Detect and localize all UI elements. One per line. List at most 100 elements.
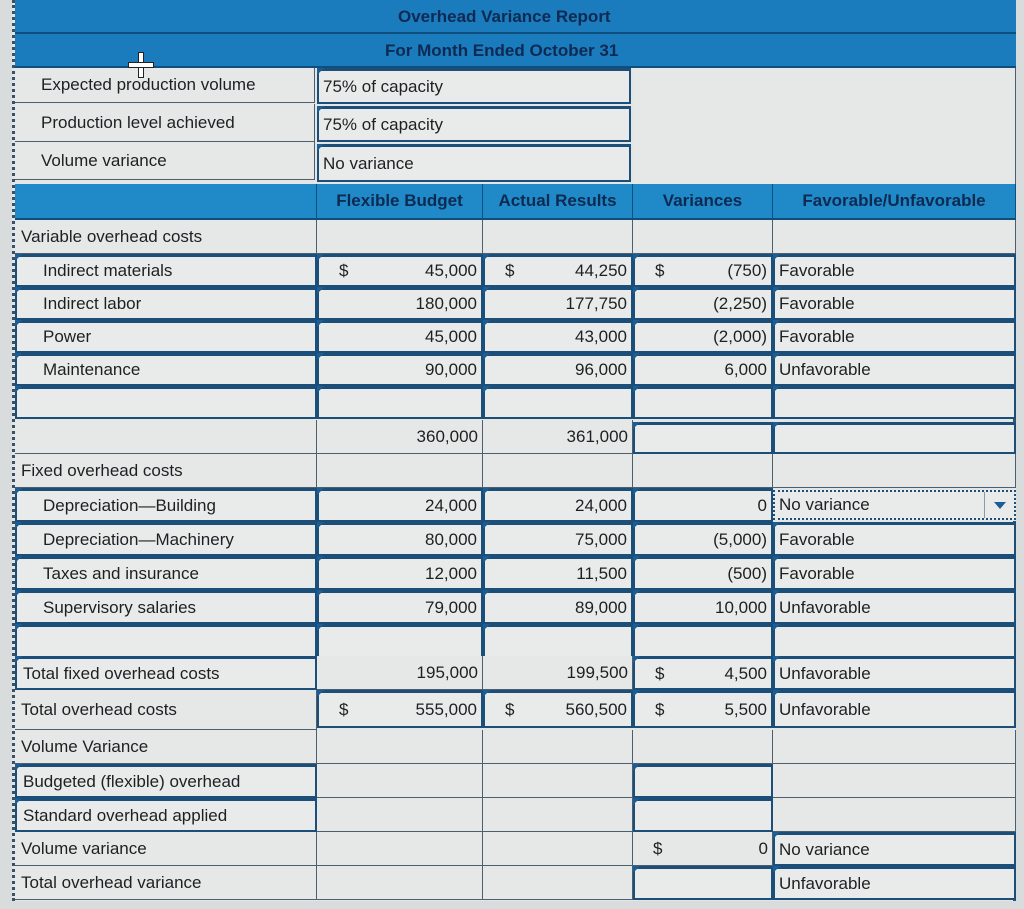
blank-cell [773,220,1016,254]
blank-cell [317,764,483,798]
fixed-row-fu-input[interactable] [773,624,1016,658]
total-overhead-label: Total overhead costs [15,690,317,730]
variable-row-label[interactable]: Indirect labor [15,287,317,320]
variance-value: (2,250) [713,294,767,313]
fixed-row-fu-input[interactable]: Favorable [773,556,1016,590]
chevron-down-icon[interactable] [984,492,1014,518]
fixed-row-label[interactable]: Supervisory salaries [15,590,317,624]
budget-value: 90,000 [425,360,477,379]
blank-cell [483,454,633,488]
variable-row-fu-input[interactable] [773,386,1016,419]
variable-row-label[interactable] [15,386,317,419]
total-fixed-actual: 199,500 [483,656,633,690]
volume-variance-amount: 0 [758,838,768,858]
fixed-row-actual-input[interactable]: 11,500 [483,556,633,590]
total-overhead-budget-input[interactable]: $ 555,000 [317,690,483,728]
variance-value: (2,000) [713,327,767,346]
fixed-row-budget-input[interactable]: 79,000 [317,590,483,624]
report-title: Overhead Variance Report [398,7,611,26]
total-fixed-budget: 195,000 [317,656,483,690]
variable-row-budget-input[interactable]: 45,000 [317,320,483,353]
fixed-row-actual-input[interactable]: 89,000 [483,590,633,624]
variable-total-fu-input[interactable] [773,422,1016,454]
variable-row-label[interactable]: Maintenance [15,353,317,386]
variable-row-variance-input[interactable]: (2,000) [633,320,773,353]
fixed-row-budget-input[interactable]: 80,000 [317,522,483,556]
production-achieved-input[interactable]: 75% of capacity [317,106,631,142]
total-overhead-variance-value-input[interactable] [633,866,773,900]
currency-symbol: $ [505,699,515,719]
variable-row-variance-input[interactable]: $ (750) [633,254,773,287]
volume-variance-fu-input[interactable]: No variance [773,832,1016,866]
total-overhead-budget-value: 555,000 [415,699,477,719]
fixed-row-fu-input[interactable]: Favorable [773,522,1016,556]
variable-row-variance-input[interactable] [633,386,773,419]
variable-row-fu-input[interactable]: Favorable [773,287,1016,320]
fixed-row-fu-dropdown[interactable]: No variance [773,490,1016,520]
fixed-row-label[interactable]: Taxes and insurance [15,556,317,590]
standard-overhead-applied-value-input[interactable] [633,798,773,832]
variable-row-actual-input[interactable]: 43,000 [483,320,633,353]
variable-row-label[interactable]: Indirect materials [15,254,317,287]
fixed-row-actual-input[interactable]: 24,000 [483,488,633,522]
fixed-row-fu-input[interactable]: Unfavorable [773,590,1016,624]
expected-production-input[interactable]: 75% of capacity [317,68,631,104]
fixed-row-budget-input[interactable] [317,624,483,658]
total-overhead-variance-fu-input[interactable]: Unfavorable [773,866,1016,900]
fixed-row-variance-input[interactable]: (500) [633,556,773,590]
fixed-row-label[interactable]: Depreciation—Machinery [15,522,317,556]
total-overhead-fu-input[interactable]: Unfavorable [773,690,1016,728]
fixed-row-budget-input[interactable]: 12,000 [317,556,483,590]
variable-row-actual-input[interactable]: $44,250 [483,254,633,287]
fixed-row-actual-input[interactable]: 75,000 [483,522,633,556]
budget-value: 45,000 [425,327,477,346]
fixed-overhead-heading: Fixed overhead costs [15,454,317,488]
volume-variance-input[interactable]: No variance [317,144,631,182]
total-overhead-variance-value: 5,500 [724,699,767,719]
fixed-row-budget-input[interactable]: 24,000 [317,488,483,522]
variable-row-budget-input[interactable]: $45,000 [317,254,483,287]
variable-total-actual: 361,000 [483,420,633,454]
budgeted-overhead-label-input[interactable]: Budgeted (flexible) overhead [15,764,317,798]
blank-cell [317,454,483,488]
fixed-row-actual-input[interactable] [483,624,633,658]
total-fixed-fu-input[interactable]: Unfavorable [773,656,1016,690]
variable-row-label[interactable]: Power [15,320,317,353]
variable-row-variance-input[interactable]: 6,000 [633,353,773,386]
total-overhead-actual-input[interactable]: $ 560,500 [483,690,633,728]
total-overhead-variance-label: Total overhead variance [15,866,317,900]
fixed-row-label[interactable] [15,624,317,658]
currency-symbol: $ [655,261,665,280]
currency-symbol: $ [505,261,515,280]
blank-cell [773,798,1016,832]
variable-row-fu-input[interactable]: Favorable [773,254,1016,287]
variable-row-variance-input[interactable]: (2,250) [633,287,773,320]
variable-row-actual-input[interactable]: 177,750 [483,287,633,320]
budgeted-overhead-value-input[interactable] [633,764,773,798]
variable-row-budget-input[interactable]: 90,000 [317,353,483,386]
fixed-row-variance-input[interactable]: (5,000) [633,522,773,556]
blank-cell [483,764,633,798]
variable-row-actual-input[interactable]: 96,000 [483,353,633,386]
fixed-row-variance-input[interactable] [633,624,773,658]
subtitle-band: For Month Ended October 31 [15,34,1016,68]
variable-total-variance-input[interactable] [633,422,773,454]
fixed-row-label[interactable]: Depreciation—Building [15,488,317,522]
variable-row-budget-input[interactable]: 180,000 [317,287,483,320]
variable-row-actual-input[interactable] [483,386,633,419]
total-fixed-variance-input[interactable]: $ 4,500 [633,656,773,690]
currency-symbol: $ [655,699,665,719]
blank-cell [317,798,483,832]
variable-row-fu-input[interactable]: Unfavorable [773,353,1016,386]
volume-section-heading: Volume Variance [15,730,317,764]
currency-symbol: $ [339,699,349,719]
standard-overhead-applied-label-input[interactable]: Standard overhead applied [15,798,317,832]
fixed-row-variance-input[interactable]: 10,000 [633,590,773,624]
variable-total-budget: 360,000 [317,420,483,454]
variable-row-budget-input[interactable] [317,386,483,419]
total-overhead-variance-input[interactable]: $ 5,500 [633,690,773,728]
variance-value: 6,000 [724,360,767,379]
variable-row-fu-input[interactable]: Favorable [773,320,1016,353]
blank-cell [483,798,633,832]
fixed-row-variance-input[interactable]: 0 [633,488,773,522]
